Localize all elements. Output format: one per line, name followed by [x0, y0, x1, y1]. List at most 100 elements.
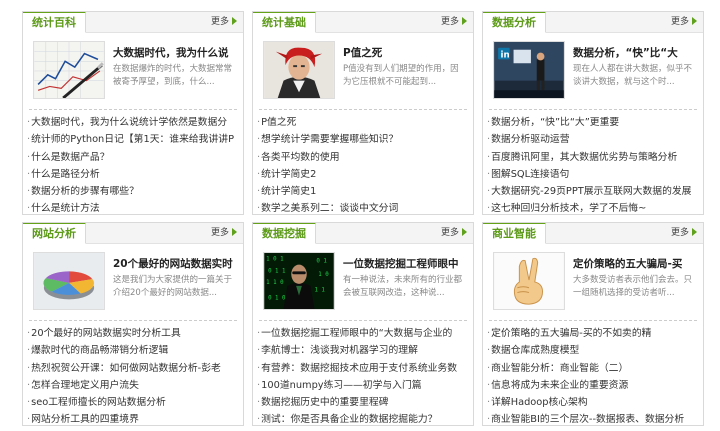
- list-item[interactable]: 什么是数据产品？: [27, 149, 243, 166]
- svg-text:0 1 1: 0 1 1: [268, 268, 286, 274]
- featured-description: 这是我们为大家提供的一篇关于介绍20个最好的网站数据...: [113, 275, 233, 298]
- article-list: P值之死 想学统计学需要掌握哪些知识？ 各类平均数的使用 统计学简史2 统计学简…: [253, 110, 473, 214]
- panel-data-mining: 数据挖掘 更多 1 0 1 0 1 1 1 1 0 0 1 1 0 1 1 0 1 0: [252, 222, 474, 426]
- more-link[interactable]: 更多: [211, 16, 237, 28]
- list-item[interactable]: 大数据研究-29页PPT展示互联网大数据的发展: [487, 183, 703, 200]
- list-item[interactable]: 一位数据挖掘工程师眼中的“大数据与企业的: [257, 325, 473, 342]
- list-item[interactable]: 定价策略的五大骗局-买的不如卖的精: [487, 325, 703, 342]
- list-item[interactable]: 商业智能BI的三个层次--数据报表、数据分析: [487, 411, 703, 425]
- article-list: 大数据时代，我为什么说统计学依然是数据分 统计师的Python日记【第1天：谁来…: [23, 110, 243, 214]
- article-list: 定价策略的五大骗局-买的不如卖的精 数据仓库成熟度模型 商业智能分析：商业智能（…: [483, 321, 703, 425]
- list-item[interactable]: 百度腾讯阿里，其大数据优劣势与策略分析: [487, 149, 703, 166]
- speaker-on-stage-linkedin-thumbnail[interactable]: in: [493, 41, 565, 99]
- list-item[interactable]: 数据分析驱动运营: [487, 131, 703, 148]
- panel-header: 网站分析 更多: [23, 223, 243, 244]
- list-item[interactable]: 信息将成为未来企业的重要资源: [487, 377, 703, 394]
- list-item[interactable]: 李航博士：浅谈我对机器学习的理解: [257, 342, 473, 359]
- svg-text:1 0: 1 0: [318, 272, 329, 278]
- list-item[interactable]: 各类平均数的使用: [257, 149, 473, 166]
- article-list: 数据分析，“快”比“大”更重要 数据分析驱动运营 百度腾讯阿里，其大数据优劣势与…: [483, 110, 703, 214]
- arrow-right-icon: [692, 228, 697, 236]
- list-item[interactable]: 统计学简史2: [257, 166, 473, 183]
- 3d-pie-chart-thumbnail[interactable]: [33, 252, 105, 310]
- list-item[interactable]: 商业智能分析：商业智能（二）: [487, 360, 703, 377]
- svg-text:0 1 0: 0 1 0: [268, 295, 286, 301]
- victory-hand-thumbnail[interactable]: [493, 252, 565, 310]
- svg-text:1 1: 1 1: [314, 288, 325, 294]
- more-link[interactable]: 更多: [211, 227, 237, 239]
- panel-header: 数据分析 更多: [483, 12, 703, 33]
- panel-tab[interactable]: 统计基础: [253, 12, 316, 33]
- panel-header: 数据挖掘 更多: [253, 223, 473, 244]
- list-item[interactable]: 有营养：数据挖掘技术应用于支付系统业务数: [257, 360, 473, 377]
- list-item[interactable]: 数据仓库成熟度模型: [487, 342, 703, 359]
- article-list: 一位数据挖掘工程师眼中的“大数据与企业的 李航博士：浅谈我对机器学习的理解 有营…: [253, 321, 473, 425]
- svg-text:0 1: 0 1: [316, 259, 327, 265]
- featured-article: 1 0 1 0 1 1 1 1 0 0 1 1 0 1 1 0 1 0 一位数据挖掘工程…: [253, 244, 473, 320]
- list-item[interactable]: 20个最好的网站数据实时分析工具: [27, 325, 243, 342]
- list-item[interactable]: 测试：你是否具备企业的数据挖掘能力？: [257, 411, 473, 425]
- list-item[interactable]: 什么是路径分析: [27, 166, 243, 183]
- list-item[interactable]: 网站分析工具的四重境界: [27, 411, 243, 425]
- list-item[interactable]: 详解Hadoop核心架构: [487, 394, 703, 411]
- list-item[interactable]: 数据分析，“快”比“大”更重要: [487, 114, 703, 131]
- list-item[interactable]: 大数据时代，我为什么说统计学依然是数据分: [27, 114, 243, 131]
- list-item[interactable]: 爆款时代的商品畅滞销分析逻辑: [27, 342, 243, 359]
- panel-tab[interactable]: 统计百科: [23, 12, 86, 33]
- chart-paper-with-pen-thumbnail[interactable]: [33, 41, 105, 99]
- list-item[interactable]: 什么是统计方法: [27, 200, 243, 214]
- featured-title[interactable]: 一位数据挖掘工程师眼中: [343, 256, 471, 271]
- panel-header: 统计基础 更多: [253, 12, 473, 33]
- more-link[interactable]: 更多: [671, 227, 697, 239]
- list-item[interactable]: 怎样合理地定义用户流失: [27, 377, 243, 394]
- svg-text:1 0 1: 1 0 1: [266, 257, 284, 263]
- featured-description: 在数据爆炸的时代，大数据常常被寄予厚望，到底，什么...: [113, 64, 233, 87]
- list-item[interactable]: 想学统计学需要掌握哪些知识？: [257, 131, 473, 148]
- list-item[interactable]: 数据分析的步骤有哪些？: [27, 183, 243, 200]
- panel-web-analytics: 网站分析 更多 20个最好的网站数据实时 这是我们为大家提供的一篇关于介绍20个…: [22, 222, 244, 426]
- more-link[interactable]: 更多: [441, 16, 467, 28]
- list-item[interactable]: 这七种回归分析技术，学了不后悔~: [487, 200, 703, 214]
- red-hair-warrior-thumbnail[interactable]: [263, 41, 335, 99]
- list-item[interactable]: 热烈祝贺公开课：如何做网站数据分析-彭老: [27, 360, 243, 377]
- svg-text:1 1 0: 1 1 0: [266, 280, 284, 286]
- list-item[interactable]: 统计师的Python日记【第1天：谁来给我讲讲P: [27, 131, 243, 148]
- featured-article: 大数据时代，我为什么说 在数据爆炸的时代，大数据常常被寄予厚望，到底，什么...: [23, 33, 243, 109]
- more-link[interactable]: 更多: [441, 227, 467, 239]
- list-item[interactable]: 统计学简史1: [257, 183, 473, 200]
- panel-tab[interactable]: 网站分析: [23, 223, 86, 244]
- arrow-right-icon: [692, 17, 697, 25]
- panel-tab[interactable]: 数据分析: [483, 12, 546, 33]
- arrow-right-icon: [232, 228, 237, 236]
- featured-title[interactable]: 定价策略的五大骗局-买: [573, 256, 701, 271]
- list-item[interactable]: 图解SQL连接语句: [487, 166, 703, 183]
- panel-stat-basics: 统计基础 更多 P值之死 P值没有到人们期望的作用，因为它压根就不可能起到...…: [252, 11, 474, 215]
- panel-tab[interactable]: 商业智能: [483, 223, 546, 244]
- panel-data-analysis: 数据分析 更多 in 数据分析，“快”比“大 现在人人都在讲大数据，似乎不谈讲大…: [482, 11, 704, 215]
- featured-article: P值之死 P值没有到人们期望的作用，因为它压根就不可能起到...: [253, 33, 473, 109]
- list-item[interactable]: 数学之美系列二：谈谈中文分词: [257, 200, 473, 214]
- featured-article: in 数据分析，“快”比“大 现在人人都在讲大数据，似乎不谈讲大数据，就与这个时…: [483, 33, 703, 109]
- featured-title[interactable]: P值之死: [343, 45, 471, 60]
- panel-header: 统计百科 更多: [23, 12, 243, 33]
- more-link[interactable]: 更多: [671, 16, 697, 28]
- list-item[interactable]: seo工程师擅长的网站数据分析: [27, 394, 243, 411]
- list-item[interactable]: 100道numpy练习——初学与入门篇: [257, 377, 473, 394]
- arrow-right-icon: [462, 17, 467, 25]
- svg-text:in: in: [501, 50, 510, 60]
- featured-description: 有一种说法，未来所有的行业都会被互联网改造，这种说...: [343, 275, 463, 298]
- matrix-man-thumbnail[interactable]: 1 0 1 0 1 1 1 1 0 0 1 1 0 1 1 0 1 0: [263, 252, 335, 310]
- list-item[interactable]: P值之死: [257, 114, 473, 131]
- featured-article: 20个最好的网站数据实时 这是我们为大家提供的一篇关于介绍20个最好的网站数据.…: [23, 244, 243, 320]
- featured-title[interactable]: 大数据时代，我为什么说: [113, 45, 241, 60]
- arrow-right-icon: [232, 17, 237, 25]
- panel-business-intelligence: 商业智能 更多 定价策略的五大骗局-买 大多数受访者表示他们会去。只一组随机选择…: [482, 222, 704, 426]
- panel-tab[interactable]: 数据挖掘: [253, 223, 316, 244]
- list-item[interactable]: 数据挖掘历史中的重要里程碑: [257, 394, 473, 411]
- featured-title[interactable]: 20个最好的网站数据实时: [113, 256, 241, 271]
- featured-title[interactable]: 数据分析，“快”比“大: [573, 45, 701, 60]
- panel-stat-wiki: 统计百科 更多 大数据时代，我为什么说 在数据爆炸的时代，大数据常常被寄予厚望，…: [22, 11, 244, 215]
- featured-description: 大多数受访者表示他们会去。只一组随机选择的受访者听...: [573, 275, 693, 298]
- arrow-right-icon: [462, 228, 467, 236]
- article-list: 20个最好的网站数据实时分析工具 爆款时代的商品畅滞销分析逻辑 热烈祝贺公开课：…: [23, 321, 243, 425]
